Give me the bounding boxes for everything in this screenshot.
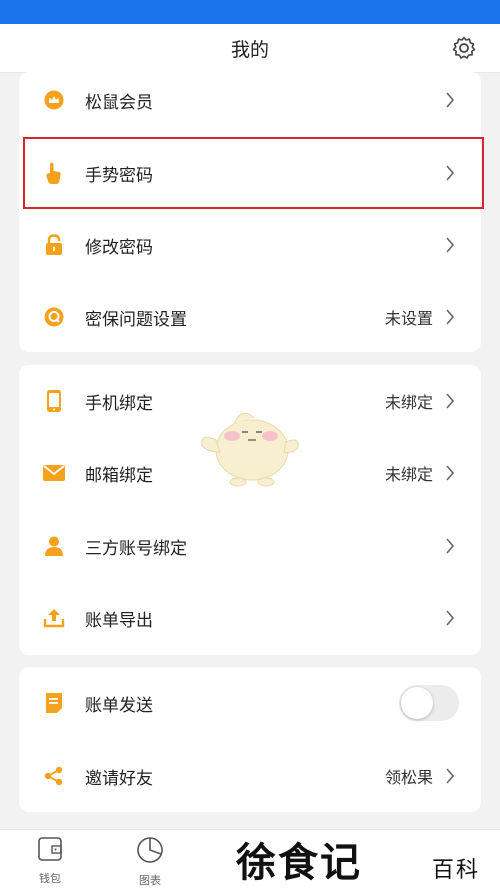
membership-label: 松鼠会员 bbox=[85, 92, 153, 113]
gesture-password-label: 手势密码 bbox=[85, 165, 153, 186]
menu-row-third-party-binding[interactable]: 三方账号绑定 bbox=[19, 510, 481, 582]
tab-label: 钱包 bbox=[39, 872, 61, 885]
page-title: 我的 bbox=[230, 38, 269, 61]
email-binding-label: 邮箱绑定 bbox=[85, 465, 153, 486]
other-settings-group: 账单发送 邀请好友 领松果 bbox=[19, 667, 481, 812]
mascot-sticker bbox=[201, 412, 299, 487]
security-question-label: 密保问题设置 bbox=[85, 309, 187, 330]
person-icon bbox=[43, 535, 65, 557]
invite-friends-label: 邀请好友 bbox=[85, 768, 153, 789]
gear-icon[interactable] bbox=[450, 34, 478, 62]
menu-row-change-password[interactable]: 修改密码 bbox=[19, 209, 481, 281]
finger-icon bbox=[43, 162, 65, 184]
chevron-right-icon bbox=[443, 766, 457, 786]
email-binding-status: 未绑定 bbox=[384, 465, 433, 484]
menu-row-membership[interactable]: 松鼠会员 bbox=[19, 72, 481, 136]
chevron-right-icon bbox=[443, 90, 457, 110]
chevron-right-icon bbox=[443, 536, 457, 556]
change-password-label: 修改密码 bbox=[85, 237, 153, 258]
chevron-right-icon bbox=[443, 391, 457, 411]
menu-row-bill-sending[interactable]: 账单发送 bbox=[19, 667, 481, 739]
chevron-right-icon bbox=[443, 307, 457, 327]
phone-binding-label: 手机绑定 bbox=[85, 393, 153, 414]
document-icon bbox=[43, 692, 65, 714]
phone-binding-status: 未绑定 bbox=[384, 393, 433, 412]
bill-sending-toggle[interactable] bbox=[399, 685, 459, 721]
menu-row-bill-export[interactable]: 账单导出 bbox=[19, 582, 481, 654]
chevron-right-icon bbox=[443, 163, 457, 183]
tab-label: 图表 bbox=[139, 874, 161, 887]
pie-chart-icon bbox=[136, 836, 164, 868]
tab-charts[interactable]: 图表 bbox=[120, 836, 180, 888]
crown-icon bbox=[43, 89, 65, 111]
bill-sending-label: 账单发送 bbox=[85, 695, 153, 716]
menu-row-security-question[interactable]: 密保问题设置 未设置 bbox=[19, 281, 481, 352]
chevron-right-icon bbox=[443, 235, 457, 255]
tab-wallet[interactable]: 钱包 bbox=[20, 836, 80, 888]
security-question-status: 未设置 bbox=[384, 309, 433, 328]
watermark-sub-text: 百科 bbox=[432, 858, 481, 883]
question-icon bbox=[43, 306, 65, 328]
mail-icon bbox=[43, 462, 65, 484]
app-header: 我的 bbox=[0, 24, 500, 73]
invite-reward-text: 领松果 bbox=[384, 768, 433, 787]
bill-export-label: 账单导出 bbox=[85, 610, 153, 631]
menu-row-invite-friends[interactable]: 邀请好友 领松果 bbox=[19, 740, 481, 812]
wallet-icon bbox=[37, 836, 63, 866]
status-bar bbox=[0, 0, 500, 24]
third-party-binding-label: 三方账号绑定 bbox=[85, 538, 187, 559]
toggle-knob bbox=[401, 687, 433, 719]
chevron-right-icon bbox=[443, 608, 457, 628]
watermark-main-text: 徐食记 bbox=[236, 830, 362, 888]
chevron-right-icon bbox=[443, 463, 457, 483]
phone-icon bbox=[43, 390, 65, 412]
menu-row-gesture-password[interactable]: 手势密码 bbox=[19, 137, 481, 209]
share-icon bbox=[43, 765, 65, 787]
security-settings-group: 松鼠会员 手势密码 修改密码 密保问题设置 未设置 bbox=[19, 72, 481, 352]
lock-icon bbox=[43, 234, 65, 256]
export-icon bbox=[43, 607, 65, 629]
